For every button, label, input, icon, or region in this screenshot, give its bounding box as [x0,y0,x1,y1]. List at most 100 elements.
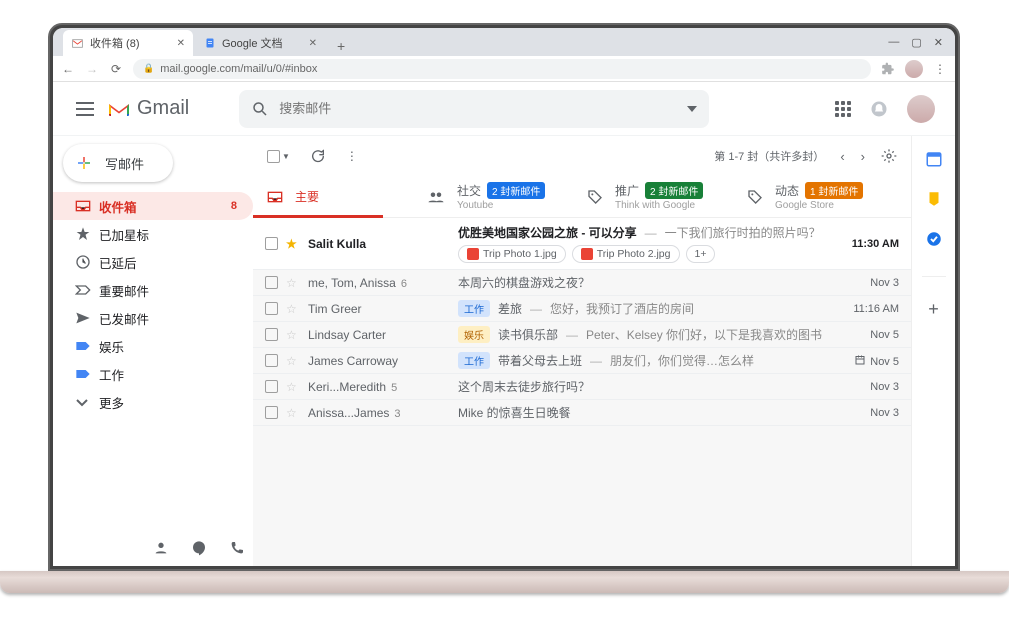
back-button[interactable]: ← [61,62,75,76]
sidebar-item-0[interactable]: 收件箱8 [53,192,253,220]
gmail-m-icon [107,100,131,118]
mail-label-chip[interactable]: 工作 [458,352,490,369]
mail-list[interactable]: ★Salit Kulla优胜美地国家公园之旅 - 可以分享 — 一下我们旅行时拍… [253,218,911,566]
star-icon[interactable]: ☆ [286,276,300,290]
account-avatar[interactable] [907,95,935,123]
star-icon[interactable]: ☆ [286,302,300,316]
calendar-icon[interactable] [925,150,943,168]
next-page-button[interactable]: › [861,149,865,164]
new-tab-button[interactable]: + [331,36,351,56]
more-actions-button[interactable]: ⋮ [346,149,358,163]
sidebar-item-label: 已发邮件 [99,309,149,328]
keep-icon[interactable] [925,190,943,208]
mail-row[interactable]: ☆Anissa...James 3Mike 的惊喜生日晚餐Nov 3 [253,400,911,426]
mail-time: Nov 5 [844,354,899,368]
mail-label-chip[interactable]: 工作 [458,300,490,317]
select-all-checkbox[interactable] [267,150,280,163]
sidebar-item-6[interactable]: 工作 [53,360,253,388]
star-icon[interactable]: ★ [286,237,300,251]
select-dropdown[interactable]: ▼ [282,152,290,161]
category-tab-2[interactable]: 推广2 封新邮件Think with Google [573,176,733,217]
url-input[interactable]: 🔒 mail.google.com/mail/u/0/#inbox [133,59,871,79]
star-icon [75,226,99,242]
hangouts-icon[interactable] [191,540,207,556]
star-icon[interactable]: ☆ [286,380,300,394]
clock-icon [75,254,99,270]
contacts-icon[interactable] [153,540,169,556]
attachment-chip[interactable]: Trip Photo 2.jpg [572,245,680,263]
image-icon [467,248,479,260]
search-box[interactable] [239,90,709,128]
reload-button[interactable]: ⟳ [109,62,123,76]
mail-checkbox[interactable] [265,237,278,250]
browser-tab[interactable]: 收件箱 (8) ✕ [63,30,193,56]
inbox-icon [267,190,283,204]
mail-row[interactable]: ☆me, Tom, Anissa 6本周六的棋盘游戏之夜？Nov 3 [253,270,911,296]
sidebar-item-label: 已延后 [99,253,137,272]
mail-sender: Lindsay Carter [308,328,458,342]
sidebar-item-1[interactable]: 已加星标 [53,220,253,248]
mail-checkbox[interactable] [265,328,278,341]
extensions-icon[interactable] [881,62,895,76]
tag-icon [747,189,763,205]
category-tab-0[interactable]: 主要 [253,176,413,217]
category-tab-3[interactable]: 动态1 封新邮件Google Store [733,176,893,217]
close-button[interactable]: ✕ [934,36,943,49]
tasks-icon[interactable] [925,230,943,248]
browser-profile-avatar[interactable] [905,60,923,78]
mail-row[interactable]: ☆Tim Greer工作差旅 — 您好，我预订了酒店的房间11:16 AM [253,296,911,322]
sidebar-item-label: 更多 [99,393,124,412]
star-icon[interactable]: ☆ [286,406,300,420]
star-icon[interactable]: ☆ [286,354,300,368]
mail-checkbox[interactable] [265,354,278,367]
close-icon[interactable]: ✕ [177,38,185,49]
mail-subject: 带着父母去上班 [498,352,582,369]
side-panel: + [911,136,955,566]
browser-tab[interactable]: Google 文档 ✕ [195,30,325,56]
sidebar-item-7[interactable]: 更多 [53,388,253,416]
mail-row[interactable]: ☆Lindsay Carter娱乐读书俱乐部 — Peter、Kelsey 你们… [253,322,911,348]
mail-checkbox[interactable] [265,406,278,419]
lock-icon: 🔒 [143,63,154,74]
sidebar-item-label: 娱乐 [99,337,124,356]
mail-snippet: Peter、Kelsey 你们好，以下是我喜欢的图书 [586,326,822,343]
mail-checkbox[interactable] [265,276,278,289]
google-apps-button[interactable] [835,101,851,117]
mail-checkbox[interactable] [265,380,278,393]
mail-row[interactable]: ☆James Carroway工作带着父母去上班 — 朋友们，你们觉得…怎么样N… [253,348,911,374]
refresh-button[interactable] [310,148,326,164]
notifications-button[interactable] [869,99,889,119]
maximize-button[interactable]: ▢ [911,36,921,49]
prev-page-button[interactable]: ‹ [840,149,844,164]
attachment-chip[interactable]: Trip Photo 1.jpg [458,245,566,263]
mail-row[interactable]: ☆Keri...Meredith 5这个周末去徒步旅行吗？Nov 3 [253,374,911,400]
sidebar-item-label: 已加星标 [99,225,149,244]
browser-menu-button[interactable]: ⋮ [933,62,947,76]
compose-button[interactable]: 写邮件 [63,144,173,182]
star-icon[interactable]: ☆ [286,328,300,342]
search-input[interactable] [279,101,687,116]
mail-label-chip[interactable]: 娱乐 [458,326,490,343]
phone-icon[interactable] [229,540,245,556]
close-icon[interactable]: ✕ [309,38,317,49]
mail-snippet: 朋友们，你们觉得…怎么样 [610,352,754,369]
main-menu-button[interactable] [63,102,107,116]
laptop-base [0,571,1009,593]
category-label: 社交 [457,182,481,199]
sidebar-item-4[interactable]: 已发邮件 [53,304,253,332]
sidebar-item-3[interactable]: 重要邮件 [53,276,253,304]
sidebar-item-5[interactable]: 娱乐 [53,332,253,360]
gmail-logo[interactable]: Gmail [107,97,189,120]
search-options-button[interactable] [687,106,697,112]
settings-button[interactable] [881,148,897,164]
mail-pane: ▼ ⋮ 第 1-7 封（共许多封） ‹ › 主要社交2 封新邮件Youtube推… [253,136,911,566]
mail-snippet: 您好，我预订了酒店的房间 [550,300,694,317]
get-addons-button[interactable]: + [928,299,939,320]
sidebar-item-label: 工作 [99,365,124,384]
mail-checkbox[interactable] [265,302,278,315]
sidebar-item-2[interactable]: 已延后 [53,248,253,276]
category-tab-1[interactable]: 社交2 封新邮件Youtube [413,176,573,217]
mail-row[interactable]: ★Salit Kulla优胜美地国家公园之旅 - 可以分享 — 一下我们旅行时拍… [253,218,911,270]
attachment-more[interactable]: 1+ [686,245,716,263]
minimize-button[interactable]: — [888,36,899,48]
